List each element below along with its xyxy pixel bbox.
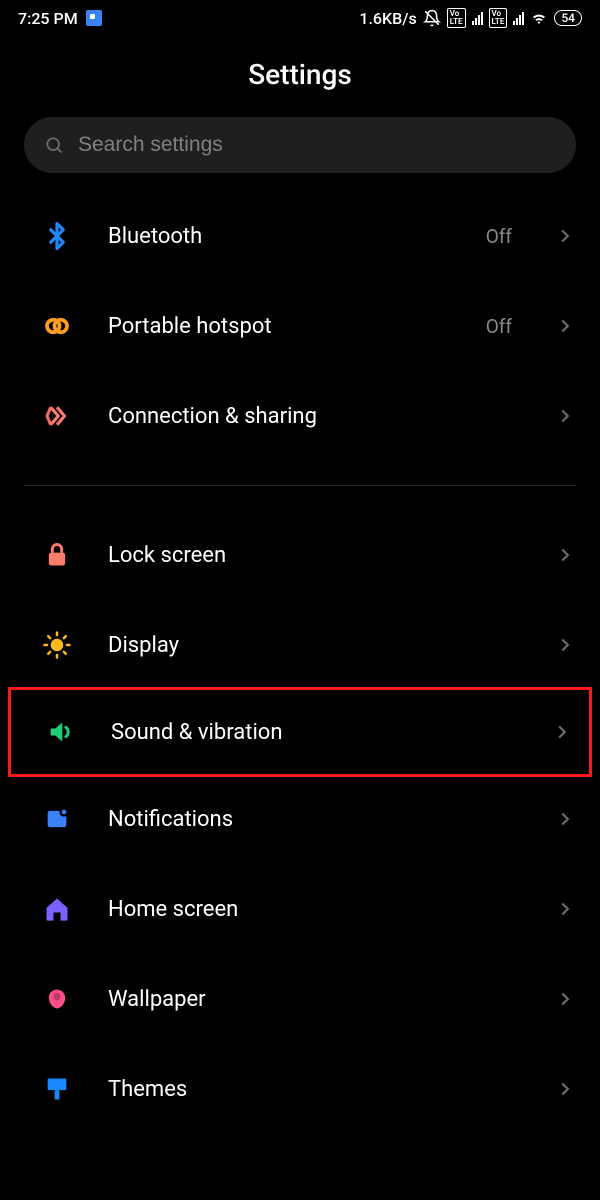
row-themes[interactable]: Themes [0, 1044, 600, 1134]
chevron-right-icon [554, 634, 576, 656]
search-field[interactable] [24, 117, 576, 173]
row-label: Notifications [108, 807, 520, 832]
connection-icon [40, 399, 74, 433]
row-wallpaper[interactable]: Wallpaper [0, 954, 600, 1044]
themes-icon [40, 1072, 74, 1106]
volte-badge-2: VoLTE [489, 8, 508, 28]
brightness-icon [40, 628, 74, 662]
row-label: Display [108, 633, 520, 658]
chevron-right-icon [551, 721, 573, 743]
file-manager-icon [86, 10, 102, 26]
chevron-right-icon [554, 544, 576, 566]
lock-icon [40, 538, 74, 572]
hotspot-icon [40, 309, 74, 343]
chevron-right-icon [554, 988, 576, 1010]
signal-bars-1 [472, 11, 483, 25]
search-input[interactable] [78, 133, 556, 157]
row-label: Sound & vibration [111, 720, 517, 745]
row-status: Off [486, 315, 512, 338]
search-icon [44, 135, 64, 155]
signal-bars-2 [513, 11, 524, 25]
bluetooth-icon [40, 219, 74, 253]
chevron-right-icon [554, 898, 576, 920]
row-label: Portable hotspot [108, 314, 452, 339]
row-hotspot[interactable]: Portable hotspot Off [0, 281, 600, 371]
home-icon [40, 892, 74, 926]
row-home-screen[interactable]: Home screen [0, 864, 600, 954]
row-label: Lock screen [108, 543, 520, 568]
row-display[interactable]: Display [0, 600, 600, 690]
data-rate: 1.6KB/s [359, 9, 416, 28]
chevron-right-icon [554, 1078, 576, 1100]
row-notifications[interactable]: Notifications [0, 774, 600, 864]
row-label: Wallpaper [108, 987, 520, 1012]
sound-icon [43, 715, 77, 749]
section-divider [24, 485, 576, 486]
volte-badge-1: VoLTE [447, 8, 466, 28]
dnd-icon [423, 9, 441, 27]
row-connection-sharing[interactable]: Connection & sharing [0, 371, 600, 461]
wallpaper-icon [40, 982, 74, 1016]
chevron-right-icon [554, 405, 576, 427]
status-bar: 7:25 PM 1.6KB/s VoLTE VoLTE 54 [0, 0, 600, 36]
row-label: Home screen [108, 897, 520, 922]
chevron-right-icon [554, 808, 576, 830]
status-time: 7:25 PM [18, 9, 78, 28]
row-status: Off [486, 225, 512, 248]
chevron-right-icon [554, 225, 576, 247]
row-label: Bluetooth [108, 224, 452, 249]
row-bluetooth[interactable]: Bluetooth Off [0, 191, 600, 281]
chevron-right-icon [554, 315, 576, 337]
row-label: Themes [108, 1077, 520, 1102]
row-lock-screen[interactable]: Lock screen [0, 510, 600, 600]
battery-indicator: 54 [554, 10, 582, 26]
notifications-icon [40, 802, 74, 836]
settings-list: Bluetooth Off Portable hotspot Off Conne… [0, 191, 600, 1134]
page-title: Settings [0, 36, 600, 117]
wifi-icon [530, 9, 548, 27]
row-label: Connection & sharing [108, 404, 520, 429]
row-sound-vibration[interactable]: Sound & vibration [8, 687, 592, 777]
